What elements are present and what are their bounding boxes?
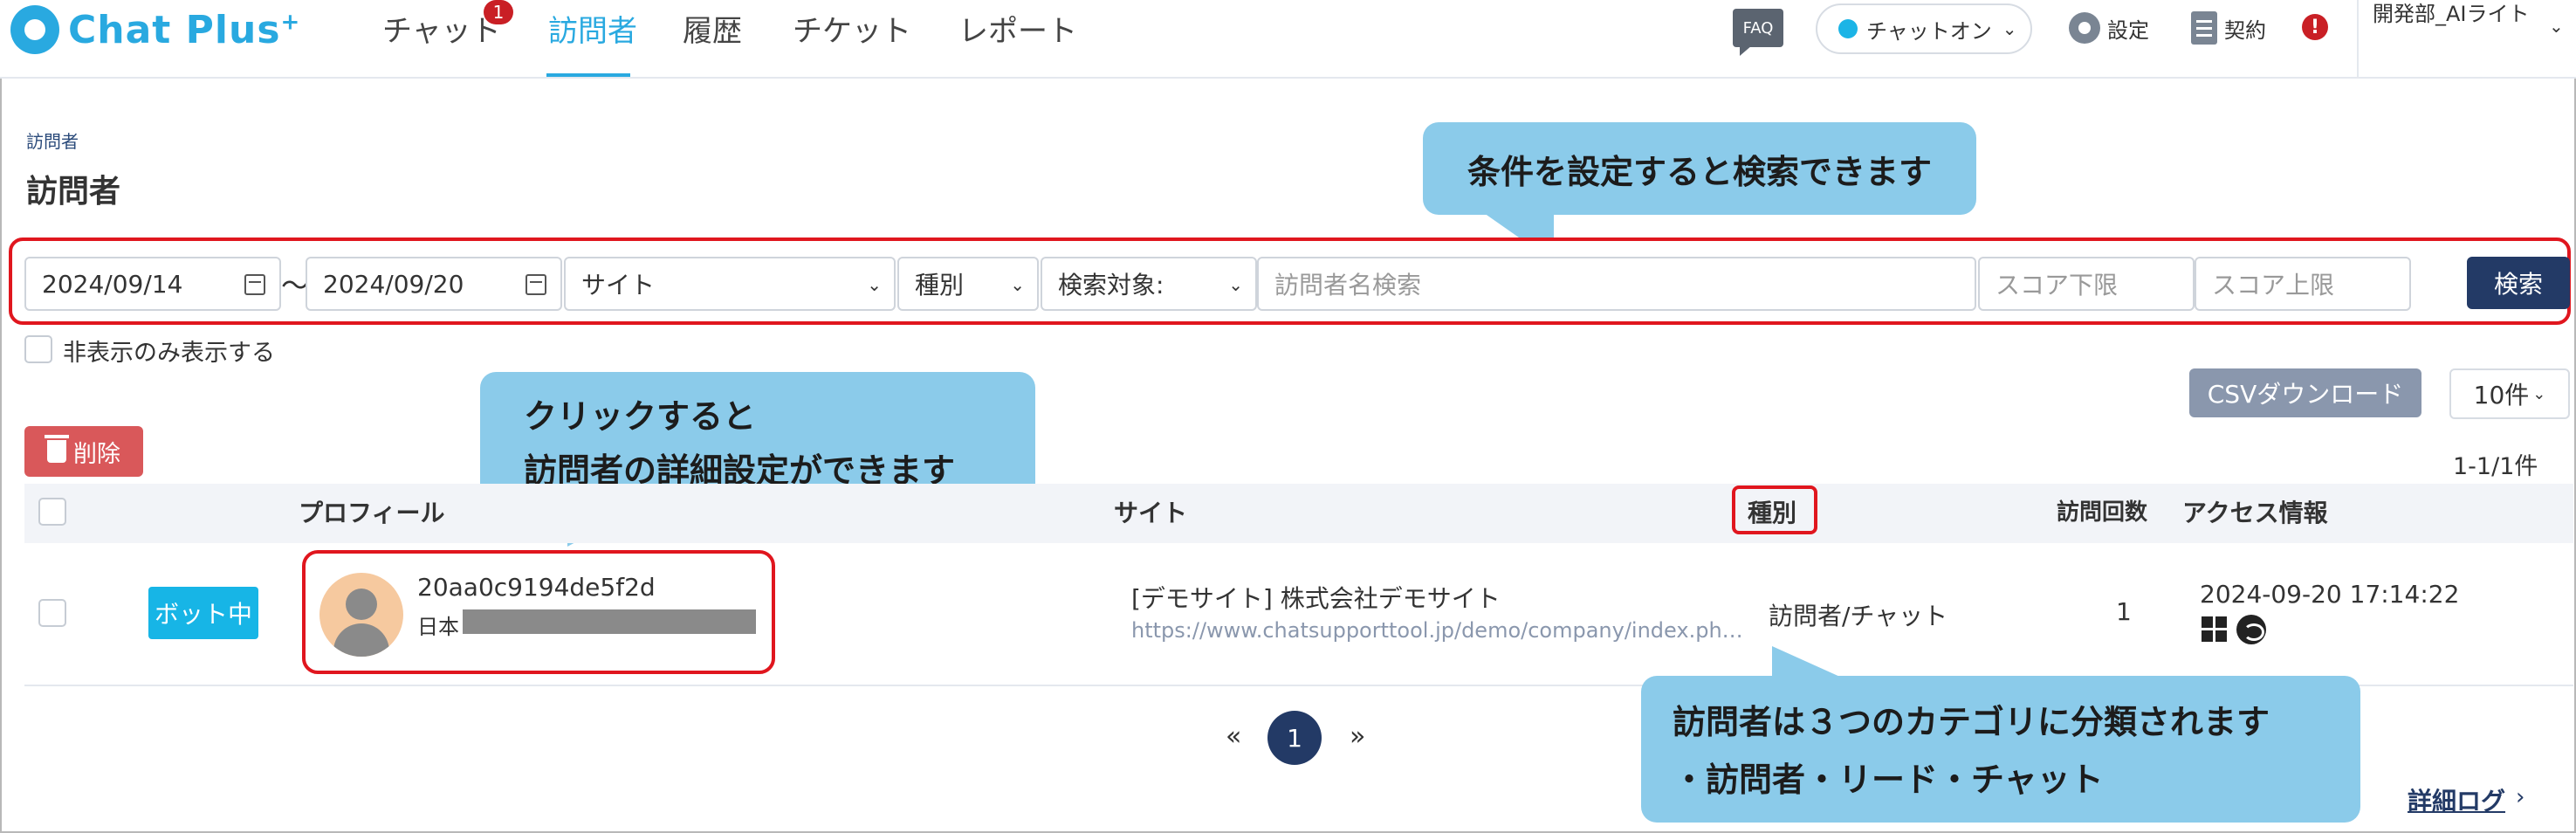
visitor-country: 日本 bbox=[417, 615, 459, 639]
select-all-checkbox[interactable] bbox=[38, 498, 66, 526]
delete-button[interactable]: 削除 bbox=[24, 426, 143, 477]
date-from-field[interactable]: 2024/09/14 bbox=[24, 257, 281, 311]
per-page-value: 10件 bbox=[2473, 381, 2530, 410]
nav-ticket[interactable]: チケット bbox=[793, 7, 911, 49]
alert-icon[interactable]: ! bbox=[2302, 14, 2328, 40]
score-max-input[interactable]: スコア上限 bbox=[2195, 257, 2411, 311]
score-min-input[interactable]: スコア下限 bbox=[1978, 257, 2195, 311]
calendar-icon[interactable] bbox=[244, 274, 265, 295]
type-header-highlight bbox=[1732, 485, 1817, 534]
chevron-down-icon: ⌄ bbox=[2532, 384, 2546, 403]
search-target-select[interactable]: 検索対象: ⌄ bbox=[1041, 257, 1257, 311]
avatar[interactable] bbox=[319, 573, 403, 657]
column-header-profile: プロフィール bbox=[299, 499, 445, 527]
visitor-id[interactable]: 20aa0c9194de5f2d bbox=[417, 573, 656, 602]
visitor-name-search-input[interactable]: 訪問者名検索 bbox=[1257, 257, 1976, 311]
logo-text: Chat Plus+ bbox=[68, 7, 301, 52]
chevron-down-icon: ⌄ bbox=[867, 274, 882, 295]
type-callout-line1: 訪問者は３つのカテゴリに分類されます bbox=[1673, 703, 2270, 741]
search-target-value: 検索対象: bbox=[1058, 271, 1164, 299]
site-name: [デモサイト] 株式会社デモサイト bbox=[1131, 584, 1501, 613]
chat-status-label: チャットオン bbox=[1866, 18, 1992, 44]
type-select[interactable]: 種別 ⌄ bbox=[897, 257, 1039, 311]
hidden-only-checkbox[interactable] bbox=[24, 335, 52, 363]
chevron-down-icon: ⌄ bbox=[1228, 274, 1243, 295]
column-header-visits[interactable]: 訪問回数 bbox=[2057, 494, 2147, 527]
hidden-only-label[interactable]: 非表示のみ表示する bbox=[63, 334, 275, 368]
visitor-type: 訪問者/チャット bbox=[1769, 602, 1948, 630]
pagination-next[interactable]: » bbox=[1350, 721, 1365, 752]
detail-log-link[interactable]: 詳細ログ bbox=[2408, 782, 2505, 817]
nav-visitors[interactable]: 訪問者 bbox=[548, 7, 637, 49]
header-divider bbox=[2357, 0, 2359, 77]
search-callout: 条件を設定すると検索できます bbox=[1423, 122, 1976, 215]
column-header-access: アクセス情報 bbox=[2182, 499, 2328, 527]
header-border bbox=[0, 77, 2576, 79]
result-count: 1-1/1件 bbox=[2453, 453, 2538, 480]
nav-history[interactable]: 履歴 bbox=[683, 7, 742, 49]
pagination-prev[interactable]: « bbox=[1226, 721, 1241, 752]
page-title: 訪問者 bbox=[26, 174, 121, 210]
document-icon bbox=[2191, 11, 2217, 45]
column-header-site: サイト bbox=[1114, 499, 1188, 527]
site-url[interactable]: https://www.chatsupporttool.jp/demo/comp… bbox=[1131, 618, 1742, 643]
contract-button[interactable]: 契約 bbox=[2191, 10, 2266, 45]
status-badge: ボット中 bbox=[148, 587, 258, 639]
visit-count: 1 bbox=[2116, 597, 2132, 626]
contract-label: 契約 bbox=[2224, 17, 2266, 43]
trash-icon bbox=[45, 435, 69, 463]
delete-label: 削除 bbox=[73, 440, 120, 468]
chevron-right-icon[interactable]: › bbox=[2516, 784, 2524, 810]
row-checkbox[interactable] bbox=[38, 599, 66, 627]
date-to-value: 2024/09/20 bbox=[323, 269, 464, 299]
chat-notification-badge: 1 bbox=[484, 0, 513, 24]
status-dot-icon bbox=[1838, 19, 1858, 38]
per-page-select[interactable]: 10件 ⌄ bbox=[2449, 368, 2570, 419]
logo-icon bbox=[10, 5, 59, 54]
site-select-value: サイト bbox=[581, 271, 656, 299]
pagination-page-1[interactable]: 1 bbox=[1267, 711, 1322, 765]
date-to-field[interactable]: 2024/09/20 bbox=[306, 257, 562, 311]
type-callout: 訪問者は３つのカテゴリに分類されます ・訪問者・リード・チャット bbox=[1641, 676, 2360, 823]
settings-button[interactable]: 設定 bbox=[2069, 10, 2149, 45]
user-menu[interactable]: 開発部_AIライト bbox=[2373, 0, 2556, 28]
profile-callout-line1: クリックすると bbox=[524, 397, 757, 436]
csv-download-button[interactable]: CSVダウンロード bbox=[2189, 368, 2421, 417]
nav-report[interactable]: レポート bbox=[958, 7, 1077, 49]
chevron-down-icon: ⌄ bbox=[2002, 18, 2017, 39]
date-from-value: 2024/09/14 bbox=[42, 269, 183, 299]
top-header: Chat Plus+ チャット 1 訪問者 履歴 チケット レポート FAQ チ… bbox=[0, 0, 2576, 79]
site-select[interactable]: サイト ⌄ bbox=[564, 257, 896, 311]
logo[interactable]: Chat Plus+ bbox=[10, 3, 300, 56]
faq-icon[interactable]: FAQ bbox=[1733, 9, 1783, 56]
search-button[interactable]: 検索 bbox=[2467, 257, 2570, 309]
settings-label: 設定 bbox=[2107, 17, 2149, 43]
chat-status-toggle[interactable]: チャットオン ⌄ bbox=[1816, 3, 2032, 54]
chevron-down-icon: ⌄ bbox=[1010, 274, 1025, 295]
type-callout-line2: ・訪問者・リード・チャット bbox=[1673, 761, 2104, 799]
chevron-down-icon[interactable]: ⌄ bbox=[2549, 16, 2564, 37]
windows-icon bbox=[2202, 616, 2228, 643]
type-select-value: 種別 bbox=[915, 271, 965, 299]
breadcrumb[interactable]: 訪問者 bbox=[26, 127, 79, 153]
gear-icon bbox=[2069, 12, 2100, 44]
access-time: 2024-09-20 17:14:22 bbox=[2200, 580, 2460, 609]
edge-browser-icon bbox=[2236, 615, 2266, 644]
search-callout-tail bbox=[1484, 213, 1554, 238]
calendar-icon[interactable] bbox=[526, 274, 546, 295]
search-callout-text: 条件を設定すると検索できます bbox=[1467, 152, 1932, 191]
redacted-location bbox=[463, 609, 756, 634]
